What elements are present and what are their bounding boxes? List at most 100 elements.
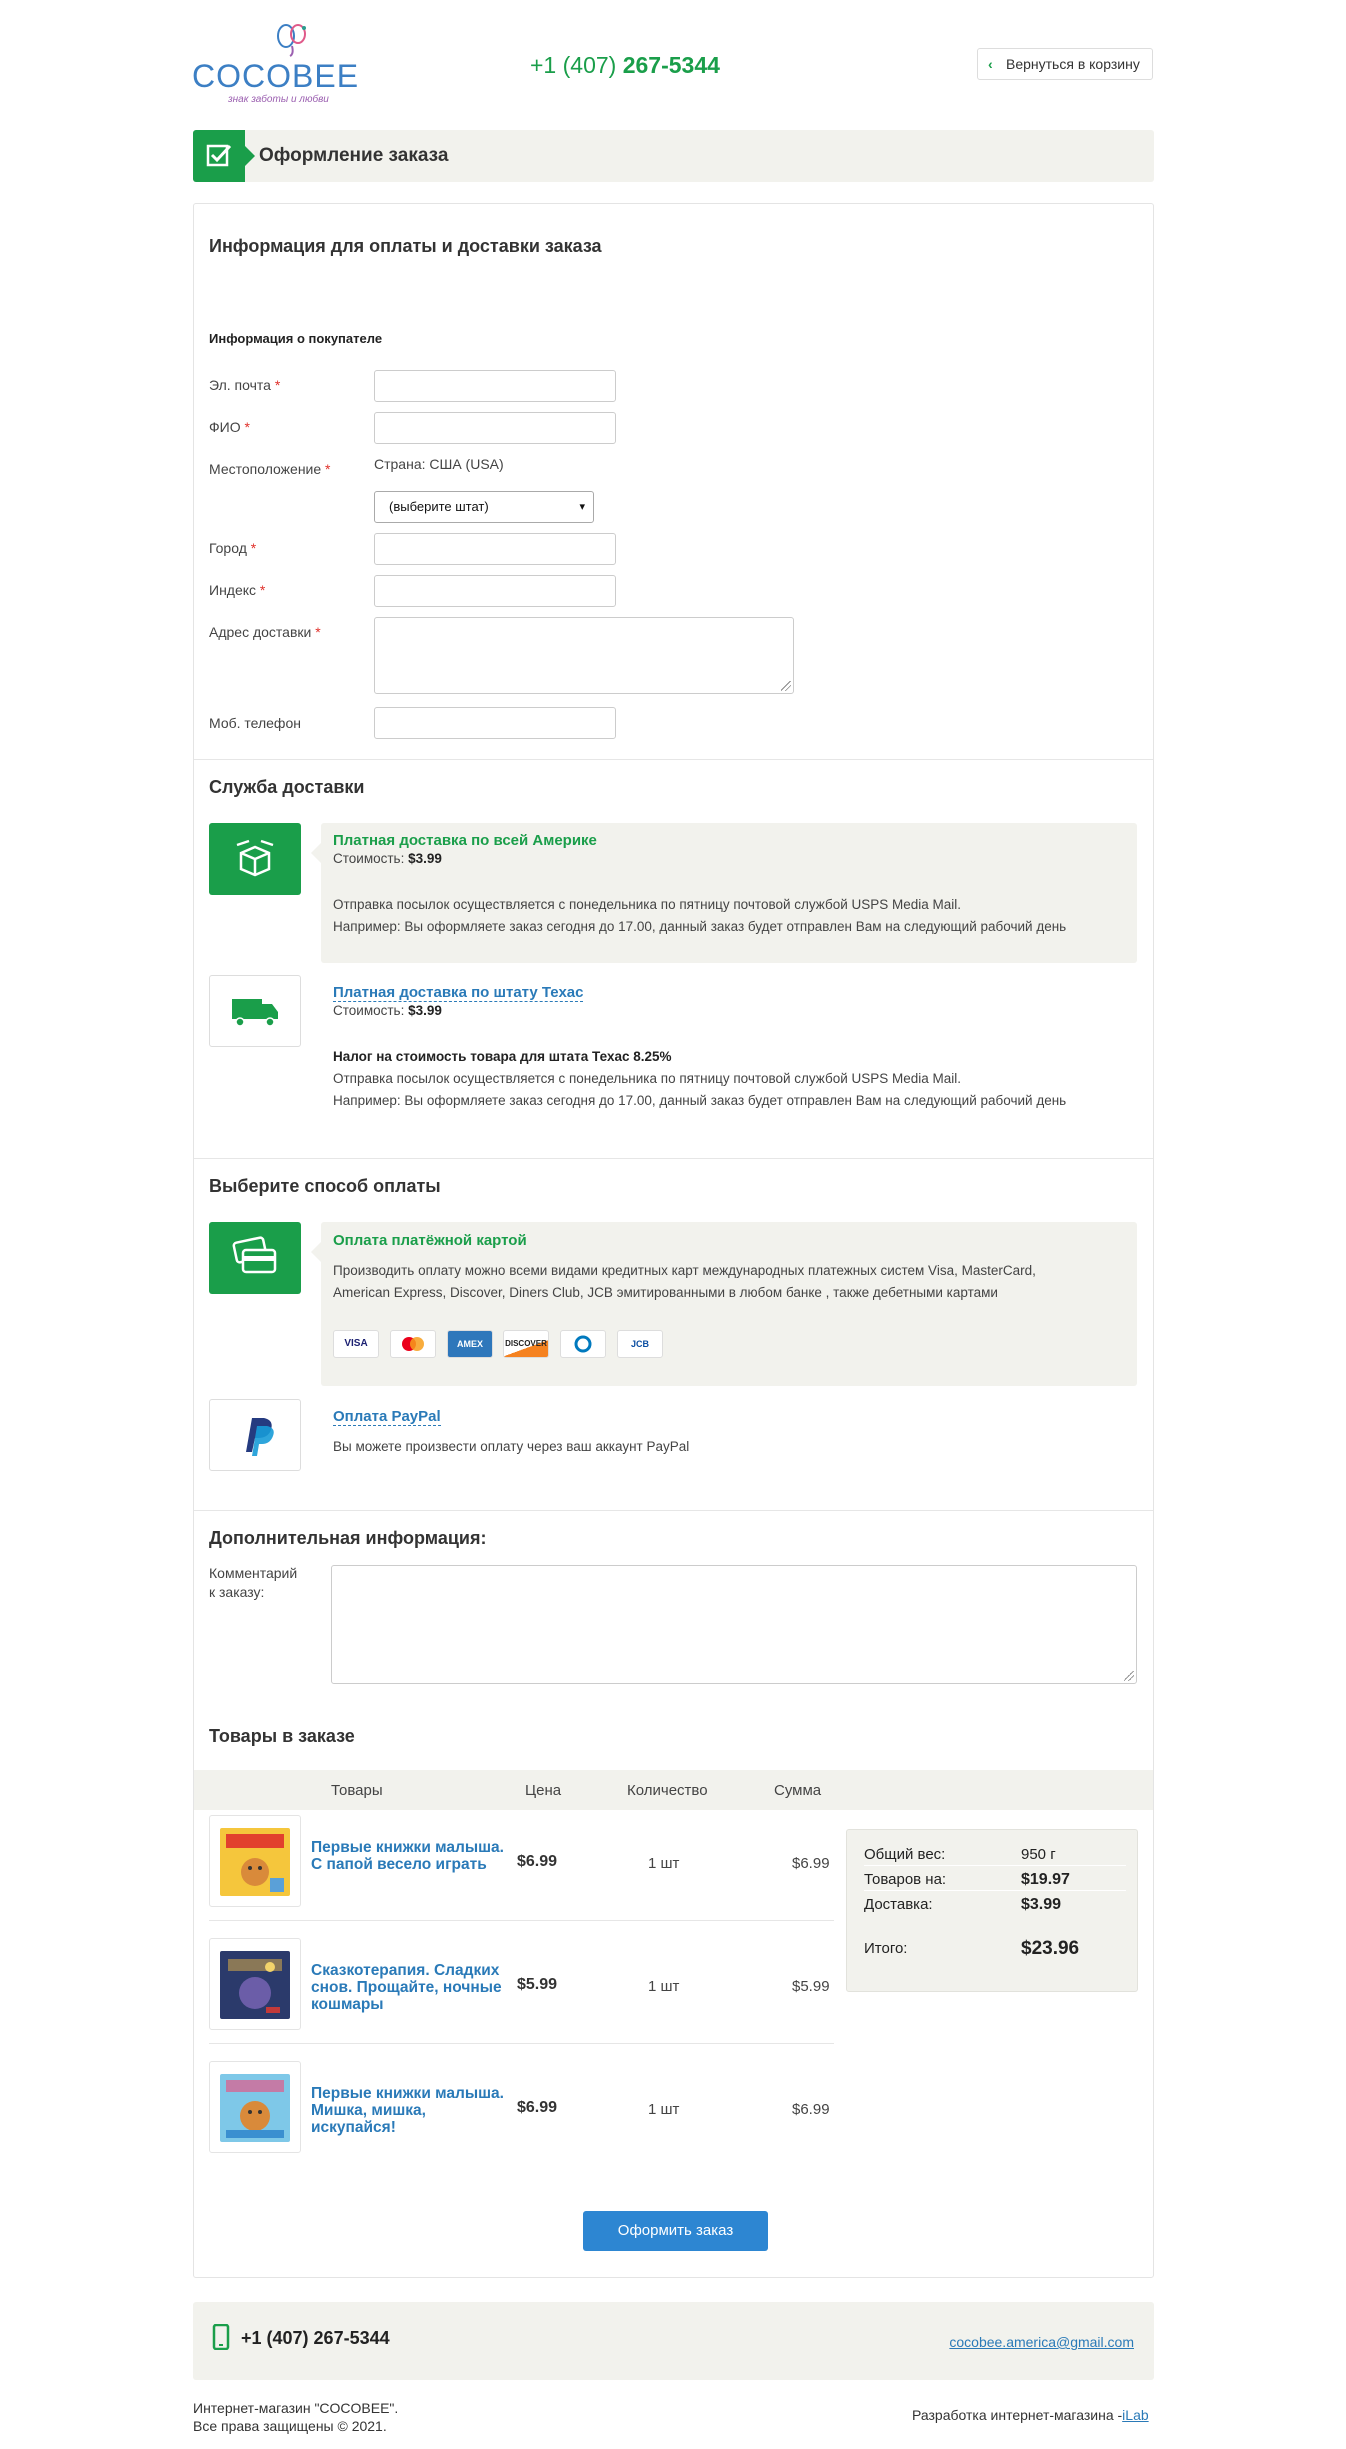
discover-icon: DISCOVER [503,1330,549,1358]
resize-grip-icon[interactable] [1124,1671,1134,1681]
developer-credit: Разработка интернет-магазина -iLab [912,2407,1149,2423]
summary-total: Итого: $23.96 [864,1938,1080,1959]
book-cover-icon [220,1951,290,2019]
product-image[interactable] [209,1938,301,2030]
product-sum: $6.99 [792,2101,830,2118]
col-qty: Количество [627,1782,708,1799]
phone-prefix: +1 (407) [530,52,617,78]
payment-card-desc-2: American Express, Discover, Diners Club,… [333,1285,998,1300]
logo[interactable]: COCOBEE знак заботы и любви [192,20,358,106]
email-field[interactable] [374,370,616,402]
page-title-bar: Оформление заказа [193,130,1154,182]
product-name-link[interactable]: Сказкотерапия. Сладких снов. Прощайте, н… [311,1962,511,2013]
header-phone[interactable]: +1 (407) 267-5344 [530,52,720,79]
truck-icon [232,999,278,1027]
order-summary: Общий вес: 950 г Товаров на: $19.97 Дост… [846,1829,1138,1992]
amex-icon: AMEX [447,1330,493,1358]
diners-club-icon [560,1330,606,1358]
zip-field[interactable] [374,575,616,607]
footer-bar: +1 (407) 267-5344 cocobee.america@gmail.… [193,2302,1154,2380]
product-price: $5.99 [517,1976,558,1993]
product-image[interactable] [209,1815,301,1907]
credit-card-icon [232,1236,277,1274]
payment-paypal-desc: Вы можете произвести оплату через ваш ак… [333,1439,690,1454]
product-qty: 1 шт [648,1978,680,1995]
row-divider [209,1920,834,1921]
delivery-option-texas-cost: Стоимость: $3.99 [333,1003,442,1018]
product-qty: 1 шт [648,1855,680,1872]
logo-tagline: знак заботы и любви [228,94,329,105]
product-name-link[interactable]: Первые книжки малыша. С папой весело игр… [311,1839,511,1873]
page-title: Оформление заказа [259,145,449,166]
delivery-option-usa-cost: Стоимость: $3.99 [333,851,442,866]
checkout-page: COCOBEE знак заботы и любви +1 (407) 267… [0,0,1346,2449]
delivery-option-usa-icon[interactable] [209,823,301,895]
row-divider [209,2043,834,2044]
address-label: Адрес доставки * [209,624,321,640]
location-label: Местоположение * [209,461,331,477]
city-field[interactable] [374,533,616,565]
divider [194,759,1153,760]
product-price: $6.99 [517,1853,558,1870]
footer-email-link[interactable]: cocobee.america@gmail.com [949,2334,1134,2350]
col-price: Цена [525,1782,562,1799]
book-cover-icon [220,1828,290,1896]
order-section-title: Товары в заказе [209,1726,355,1746]
chevron-down-icon: ▾ [579,501,585,513]
delivery-option-texas-icon[interactable] [209,975,301,1047]
back-to-cart-button[interactable]: ‹ Вернуться в корзину [977,48,1153,80]
extra-info-title: Дополнительная информация: [209,1528,487,1548]
address-field[interactable] [374,617,794,694]
divider [194,1158,1153,1159]
delivery-option-texas-tax: Налог на стоимость товара для штата Теха… [333,1049,672,1064]
mastercard-icon [390,1330,436,1358]
back-to-cart-label: Вернуться в корзину [1006,56,1140,72]
mobile-phone-field[interactable] [374,707,616,739]
country-text: Страна: США (USA) [374,456,504,472]
name-field[interactable] [374,412,616,444]
buyer-info-title: Информация о покупателе [209,331,383,346]
comment-label: Комментарий к заказу: [209,1565,298,1600]
product-qty: 1 шт [648,2101,680,2118]
place-order-button[interactable]: Оформить заказ [583,2211,768,2251]
chevron-left-icon: ‹ [988,56,993,72]
col-goods: Товары [331,1782,383,1799]
product-name-link[interactable]: Первые книжки малыша. Мишка, мишка, иску… [311,2085,511,2136]
delivery-section-title: Служба доставки [209,777,365,797]
checkout-icon [193,130,255,182]
comment-field[interactable] [331,1565,1137,1684]
product-sum: $6.99 [792,1855,830,1872]
logo-text: COCOBEE [192,58,360,94]
payment-card-icon[interactable] [209,1222,301,1294]
butterfly-icon [277,24,306,57]
payment-paypal-icon[interactable] [209,1399,301,1471]
copyright: Интернет-магазин "COCOBEE". Все права за… [193,2400,399,2434]
box-icon [236,839,274,877]
payment-paypal-name[interactable]: Оплата PayPal [333,1408,441,1426]
billing-section-title: Информация для оплаты и доставки заказа [209,236,602,256]
email-label: Эл. почта * [209,377,281,393]
payment-card-desc-1: Производить оплату можно всеми видами кр… [333,1263,1036,1278]
state-select[interactable]: (выберите штат) ▾ [374,491,594,523]
summary-delivery: Доставка: $3.99 [864,1896,1062,1913]
phone-label: Моб. телефон [209,715,301,731]
payment-section-title: Выберите способ оплаты [209,1176,441,1196]
divider [194,1510,1153,1511]
name-label: ФИО * [209,419,250,435]
delivery-option-usa-name[interactable]: Платная доставка по всей Америке [333,832,597,849]
mobile-phone-icon [212,2324,230,2350]
delivery-option-usa-line2: Например: Вы оформляете заказ сегодня до… [333,919,1067,934]
delivery-option-texas-line2: Например: Вы оформляете заказ сегодня до… [333,1093,1067,1108]
resize-grip-icon[interactable] [781,681,791,691]
city-label: Город * [209,540,257,556]
paypal-icon [246,1418,274,1456]
zip-label: Индекс * [209,582,266,598]
footer-phone[interactable]: +1 (407) 267-5344 [241,2328,390,2349]
state-select-value: (выберите штат) [389,499,489,514]
developer-link[interactable]: iLab [1122,2407,1148,2423]
product-image[interactable] [209,2061,301,2153]
jcb-icon: JCB [617,1330,663,1358]
book-cover-icon [220,2074,290,2142]
product-sum: $5.99 [792,1978,830,1995]
payment-card-name[interactable]: Оплата платёжной картой [333,1232,527,1249]
